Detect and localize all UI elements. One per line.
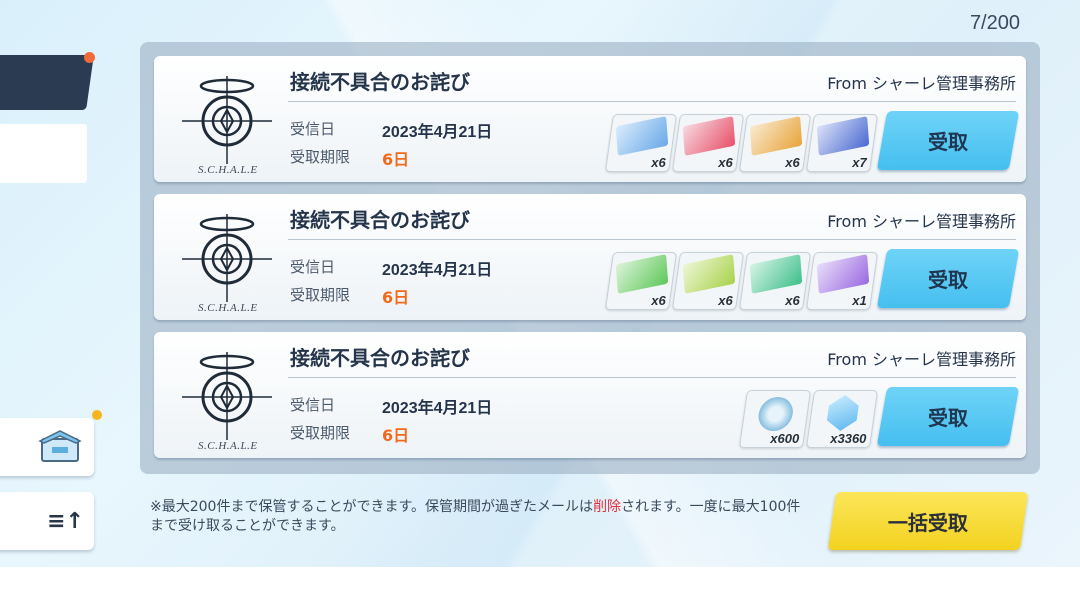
reward-item[interactable]: x6	[604, 114, 678, 172]
side-tab-active[interactable]	[0, 55, 94, 110]
received-label: 受信日	[290, 120, 336, 138]
reward-item[interactable]: x6	[671, 252, 745, 310]
expiry-label: 受取期限	[290, 424, 351, 442]
mail-title: 接続不具合のお詫び	[290, 208, 470, 232]
divider	[288, 377, 1016, 378]
pyroxene-crystal-icon	[825, 395, 860, 431]
received-label: 受信日	[290, 258, 336, 276]
reward-item[interactable]: x3360	[805, 390, 879, 448]
storage-notice: ※最大200件まで保管することができます。保管期間が過ぎたメールは削除されます。…	[150, 499, 801, 534]
red-ticket-icon	[682, 116, 736, 156]
reward-items: x6 x6 x6 x7	[604, 114, 879, 172]
navy-ticket-icon	[816, 116, 870, 156]
expiry-label: 受取期限	[290, 148, 351, 166]
received-label: 受信日	[290, 396, 336, 414]
mail-box-button[interactable]	[0, 418, 94, 476]
received-date: 2023年4月21日	[382, 400, 493, 417]
sort-button[interactable]: ≡↑	[0, 492, 94, 550]
expiry-value: 6日	[382, 150, 410, 169]
claim-button[interactable]: 受取	[876, 387, 1020, 446]
claim-button[interactable]: 受取	[876, 111, 1020, 170]
mail-title: 接続不具合のお詫び	[290, 346, 470, 370]
reward-item[interactable]: x6	[738, 114, 812, 172]
schale-label: S.C.H.A.L.E	[198, 302, 258, 314]
reward-item[interactable]: x7	[805, 114, 879, 172]
mail-item[interactable]: S.C.H.A.L.E 接続不具合のお詫び From シャーレ管理事務所 受信日…	[154, 56, 1026, 182]
expiry-value: 6日	[382, 426, 410, 445]
reward-item[interactable]: x6	[604, 252, 678, 310]
mail-counter: 7/200	[969, 12, 1020, 34]
mail-item[interactable]: S.C.H.A.L.E 接続不具合のお詫び From シャーレ管理事務所 受信日…	[154, 194, 1026, 320]
bulk-claim-button[interactable]: 一括受取	[827, 492, 1029, 550]
mailbox-screen: 7/200 ‹ ≡↑ S.C.H.A.L.E 接続不具合のお詫び From シャ…	[0, 0, 1080, 567]
schale-label: S.C.H.A.L.E	[198, 440, 258, 452]
received-date: 2023年4月21日	[382, 262, 493, 279]
reward-items: x6 x6 x6 x1	[604, 252, 879, 310]
reward-items: x600 x3360	[738, 390, 879, 448]
expiry-label: 受取期限	[290, 286, 351, 304]
purple-ticket-icon	[816, 254, 870, 294]
notification-dot	[92, 410, 102, 420]
schale-logo-icon	[182, 352, 272, 440]
schale-logo-icon	[182, 214, 272, 302]
notification-dot	[84, 52, 95, 63]
side-tab[interactable]: ‹	[0, 124, 87, 183]
reward-item[interactable]: x600	[738, 390, 812, 448]
reward-item[interactable]: x1	[805, 252, 879, 310]
sort-icon: ≡↑	[47, 508, 84, 534]
divider	[288, 239, 1016, 240]
blue-ticket-icon	[615, 116, 669, 156]
reward-item[interactable]: x6	[738, 252, 812, 310]
gold-ticket-icon	[749, 116, 803, 156]
mail-item[interactable]: S.C.H.A.L.E 接続不具合のお詫び From シャーレ管理事務所 受信日…	[154, 332, 1026, 458]
claim-button[interactable]: 受取	[876, 249, 1020, 308]
mailbox-icon	[38, 430, 82, 462]
credit-coin-icon	[756, 397, 796, 431]
mail-sender: From シャーレ管理事務所	[827, 212, 1016, 231]
schale-label: S.C.H.A.L.E	[198, 164, 258, 176]
lime-ticket-icon	[682, 254, 736, 294]
reward-item[interactable]: x6	[671, 114, 745, 172]
expiry-value: 6日	[382, 288, 410, 307]
mail-sender: From シャーレ管理事務所	[827, 350, 1016, 369]
green-ticket-icon	[615, 254, 669, 294]
teal-ticket-icon	[749, 254, 803, 294]
divider	[288, 101, 1016, 102]
received-date: 2023年4月21日	[382, 124, 493, 141]
mail-title: 接続不具合のお詫び	[290, 70, 470, 94]
schale-logo-icon	[182, 76, 272, 164]
mail-sender: From シャーレ管理事務所	[827, 74, 1016, 93]
